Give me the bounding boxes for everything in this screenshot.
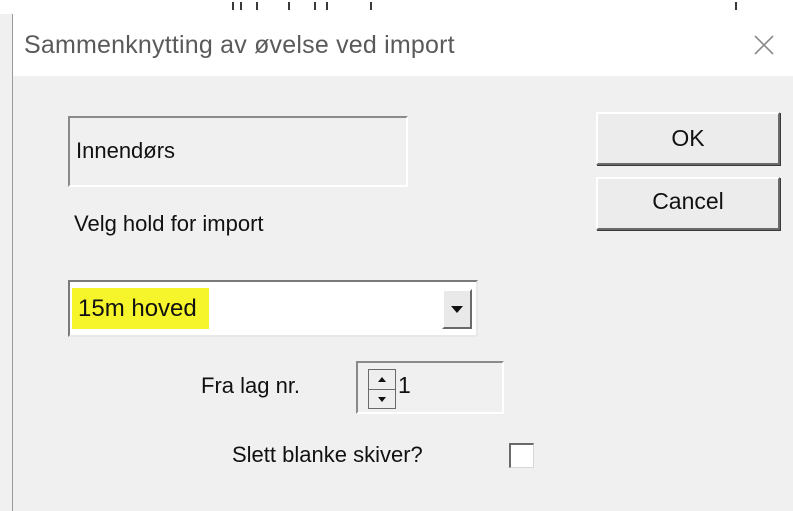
lane-value[interactable]: 1 [398, 372, 411, 399]
spin-up-button[interactable] [369, 370, 395, 390]
close-button[interactable] [741, 26, 787, 64]
team-select-label: Velg hold for import [74, 211, 264, 236]
import-link-dialog: Sammenknytting av øvelse ved import Inne… [12, 14, 793, 511]
team-select-dropdown[interactable]: 15m hoved [68, 280, 478, 337]
spin-down-icon [378, 397, 386, 402]
event-name-text: Innendørs [76, 138, 176, 163]
lane-spinner[interactable]: 1 [356, 361, 504, 414]
chevron-down-icon [451, 305, 463, 313]
dialog-title: Sammenknytting av øvelse ved import [24, 31, 455, 59]
spin-buttons [368, 369, 396, 409]
spin-down-button[interactable] [369, 390, 395, 409]
delete-blank-checkbox[interactable] [509, 443, 534, 468]
lane-label: Fra lag nr. [201, 373, 301, 398]
cancel-button[interactable]: Cancel [596, 177, 780, 230]
background-window [0, 0, 793, 14]
ok-button[interactable]: OK [596, 112, 780, 165]
background-window-text [230, 2, 750, 10]
title-bar: Sammenknytting av øvelse ved import [13, 14, 793, 76]
team-select-value: 15m hoved [72, 288, 209, 329]
dropdown-button[interactable] [442, 289, 472, 329]
delete-blank-label: Slett blanke skiver? [232, 442, 423, 467]
event-name-box: Innendørs [68, 116, 408, 187]
close-icon [754, 35, 774, 55]
spin-up-icon [378, 377, 386, 382]
